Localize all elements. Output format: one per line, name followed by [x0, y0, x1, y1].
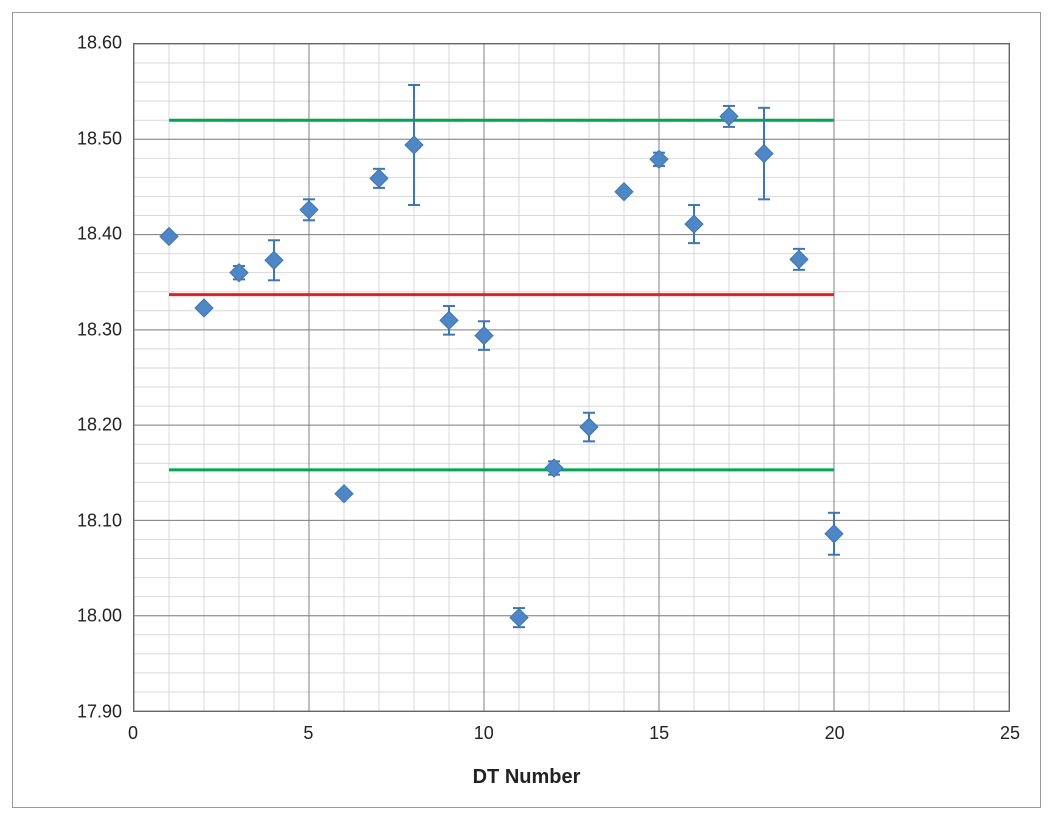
- data-point: [475, 327, 493, 345]
- data-point: [230, 264, 248, 282]
- data-point: [195, 299, 213, 317]
- data-point: [615, 183, 633, 201]
- chart-frame: Integrated Field Gradient [kG] DT Number…: [12, 12, 1041, 808]
- data-points: [160, 107, 843, 626]
- data-point: [405, 136, 423, 154]
- y-tick-label: 18.60: [77, 33, 122, 54]
- data-point: [335, 485, 353, 503]
- y-axis-ticks: 17.9018.0018.1018.2018.3018.4018.5018.60: [68, 43, 128, 712]
- x-axis-label: DT Number: [473, 766, 581, 789]
- y-tick-label: 18.40: [77, 224, 122, 245]
- x-tick-label: 20: [825, 723, 845, 744]
- error-bars: [233, 85, 840, 627]
- x-tick-label: 10: [474, 723, 494, 744]
- data-point: [650, 150, 668, 168]
- x-axis-ticks: 0510152025: [133, 717, 1010, 747]
- y-tick-label: 18.30: [77, 319, 122, 340]
- x-tick-label: 0: [128, 723, 138, 744]
- x-tick-label: 5: [303, 723, 313, 744]
- data-point: [300, 201, 318, 219]
- y-tick-label: 18.20: [77, 415, 122, 436]
- y-tick-label: 17.90: [77, 702, 122, 723]
- reference-lines: [169, 120, 834, 470]
- data-point: [440, 311, 458, 329]
- y-tick-label: 18.10: [77, 510, 122, 531]
- data-point: [825, 525, 843, 543]
- y-tick-label: 18.50: [77, 128, 122, 149]
- data-point: [545, 459, 563, 477]
- data-point: [160, 228, 178, 246]
- data-point: [685, 215, 703, 233]
- chart-outer-frame: Integrated Field Gradient [kG] DT Number…: [0, 0, 1053, 820]
- x-tick-label: 15: [649, 723, 669, 744]
- data-point: [755, 145, 773, 163]
- data-point: [720, 107, 738, 125]
- plot-area: [133, 43, 1010, 712]
- plot-svg: [134, 44, 1009, 711]
- data-point: [790, 250, 808, 268]
- grid-major: [134, 44, 1009, 711]
- x-tick-label: 25: [1000, 723, 1020, 744]
- grid-minor: [134, 44, 1009, 711]
- data-point: [580, 418, 598, 436]
- y-tick-label: 18.00: [77, 606, 122, 627]
- data-point: [370, 169, 388, 187]
- data-point: [510, 609, 528, 627]
